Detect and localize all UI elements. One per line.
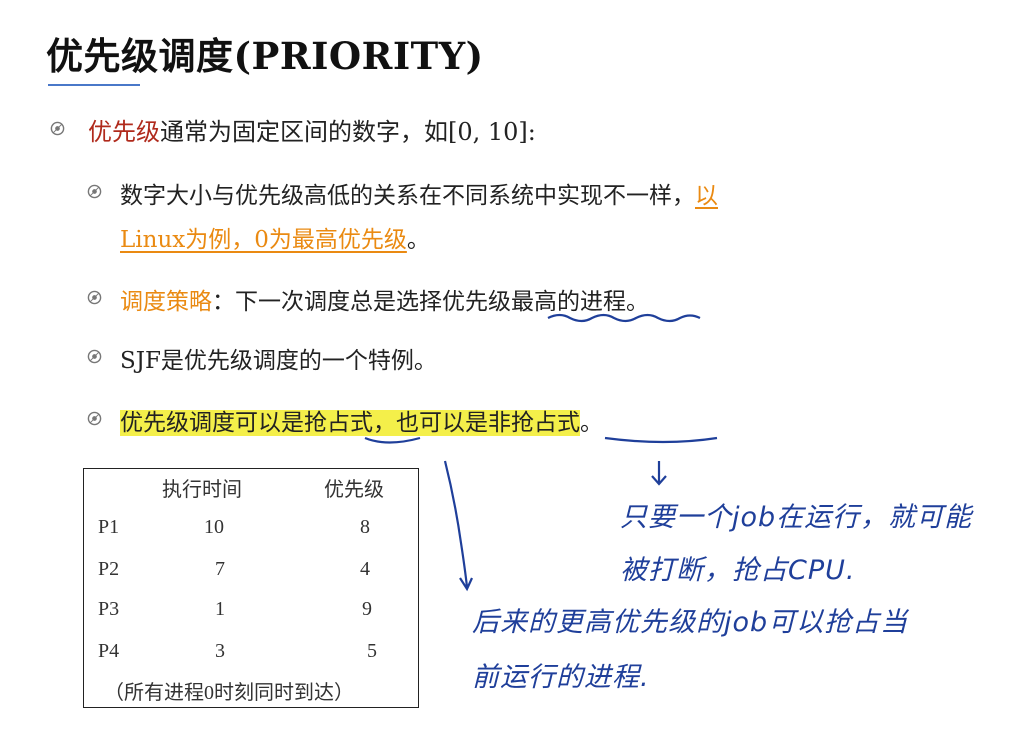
bullet-preemptive: 优先级调度可以是抢占式，也可以是非抢占式。 (120, 403, 603, 437)
linux-example-highlight: 以 (695, 183, 718, 209)
table-cell-time: 3 (215, 640, 225, 662)
keyword-priority: 优先级 (88, 118, 160, 146)
bullet-scheduling-policy: 调度策略：下一次调度总是选择优先级最高的进程。 (120, 282, 649, 316)
bullet-sjf: SJF是优先级调度的一个特例。 (120, 341, 437, 375)
preemptive-text: 抢占式 (304, 410, 373, 436)
bullet-text: 优先级调度可以是 (120, 410, 304, 436)
bullet-linux-example: 数字大小与优先级高低的关系在不同系统中实现不一样，以 (120, 176, 718, 210)
table-header-time: 执行时间 (162, 479, 242, 501)
bullet-priority-range: 优先级通常为固定区间的数字，如[0, 10]: (88, 112, 536, 147)
table-note: （所有进程0时刻同时到达） (104, 682, 354, 704)
bullet-text: 非 (488, 410, 511, 436)
title-underline-rule (48, 84, 140, 86)
bullet-linux-example-cont: Linux为例，0为最高优先级。 (120, 220, 430, 254)
bullet-icon (50, 121, 65, 136)
table-cell-proc: P4 (98, 640, 120, 662)
table-cell-priority: 8 (360, 516, 370, 538)
table-cell-time: 10 (204, 516, 224, 538)
bullet-text: 通常为固定区间的数字，如[0, 10]: (160, 118, 536, 146)
handwritten-note-right-1: 只要一个job在运行，就可能 (620, 502, 973, 533)
table-cell-proc: P3 (98, 598, 120, 620)
wavy-underlined-priority: 优先级 (442, 289, 511, 315)
arrow-long (443, 460, 474, 592)
bullet-icon (87, 184, 102, 199)
keyword-scheduling-policy: 调度策略 (120, 289, 212, 315)
bullet-text: ，也可以是 (373, 410, 488, 436)
arrow-down (651, 461, 667, 486)
table-cell-time: 7 (215, 558, 225, 580)
bullet-icon (87, 349, 102, 364)
table-cell-priority: 4 (360, 558, 370, 580)
table-cell-proc: P1 (98, 516, 120, 538)
linux-example-highlight: Linux为例，0为最高优先级 (120, 227, 407, 253)
bullet-icon (87, 290, 102, 305)
curve-underline (364, 436, 421, 444)
slide-title: 优先级调度(PRIORITY) (46, 34, 484, 78)
bullet-text: 。 (580, 410, 603, 436)
handwritten-note-bottom-2: 前运行的进程. (472, 662, 650, 693)
bullet-text: ：下一次调度总是选择 (212, 289, 442, 315)
table-header-priority: 优先级 (324, 479, 384, 501)
bullet-text: 最高的进程。 (511, 289, 649, 315)
bullet-text: 。 (406, 227, 430, 253)
bullet-text: 数字大小与优先级高低的关系在不同系统中实现不一样， (120, 183, 695, 209)
curve-underline (604, 436, 718, 444)
table-cell-priority: 9 (362, 598, 372, 620)
table-cell-proc: P2 (98, 558, 120, 580)
handwritten-note-bottom-1: 后来的更高优先级的job可以抢占当 (472, 607, 909, 638)
bullet-text: SJF是优先级调度的一个特例。 (120, 348, 437, 374)
table-cell-time: 1 (215, 598, 225, 620)
table-cell-priority: 5 (367, 640, 377, 662)
non-preemptive-text: 抢占式 (511, 410, 580, 436)
highlighted-sentence: 优先级调度可以是抢占式，也可以是非抢占式 (120, 410, 580, 436)
bullet-icon (87, 411, 102, 426)
handwritten-note-right-2: 被打断，抢占CPU. (620, 555, 856, 586)
process-table: 执行时间 优先级 P1 10 8 P2 7 4 P3 1 9 P4 3 5 （所… (83, 468, 419, 708)
